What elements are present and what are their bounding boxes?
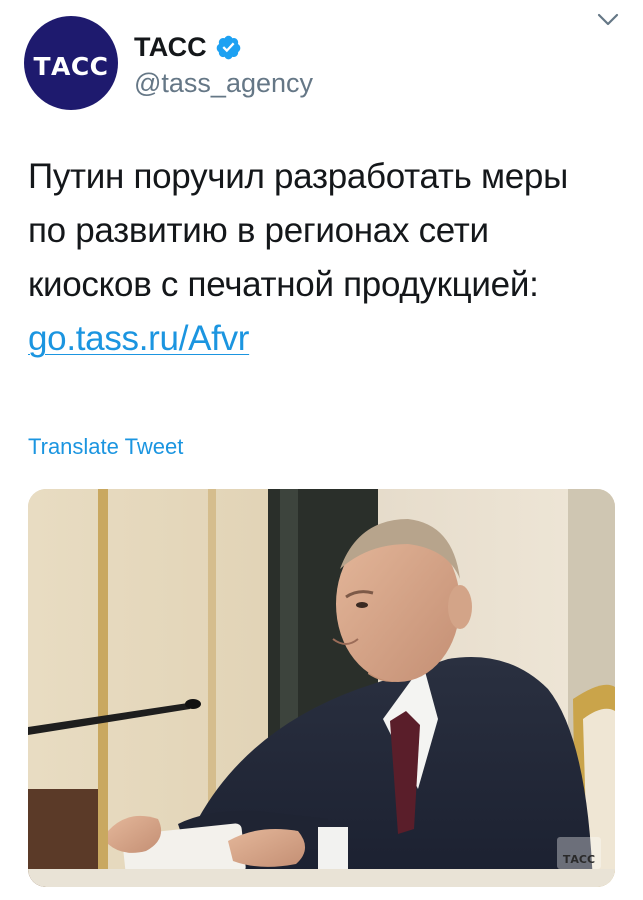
tweet-link[interactable]: go.tass.ru/Afvr <box>28 319 249 358</box>
tweet-text-line: киосков с печатной продукцией: <box>28 265 539 304</box>
photo-image <box>28 489 615 887</box>
tass-watermark: ТАСС <box>557 837 601 869</box>
watermark-text: ТАСС <box>562 853 596 866</box>
user-handle[interactable]: @tass_agency <box>134 68 313 99</box>
avatar-logo-text: ТАСС <box>33 51 109 81</box>
tweet-text: Путин поручил разработать меры по развит… <box>28 150 618 366</box>
display-name[interactable]: ТАСС <box>134 32 207 63</box>
tweet-text-line: по развитию в регионах сети <box>28 211 489 250</box>
tweet-text-line: Путин поручил разработать меры <box>28 157 568 196</box>
tweet-photo[interactable]: ТАСС <box>28 489 615 887</box>
name-row: ТАСС <box>134 30 313 64</box>
verified-badge-icon <box>215 34 242 61</box>
avatar[interactable]: ТАСС <box>24 16 118 110</box>
chevron-down-icon[interactable] <box>596 10 620 30</box>
author-block[interactable]: ТАСС @tass_agency <box>134 30 313 99</box>
translate-tweet-link[interactable]: Translate Tweet <box>28 434 183 460</box>
tweet-card: ТАСС ТАСС @tass_agency Путин поручил раз… <box>0 0 643 900</box>
